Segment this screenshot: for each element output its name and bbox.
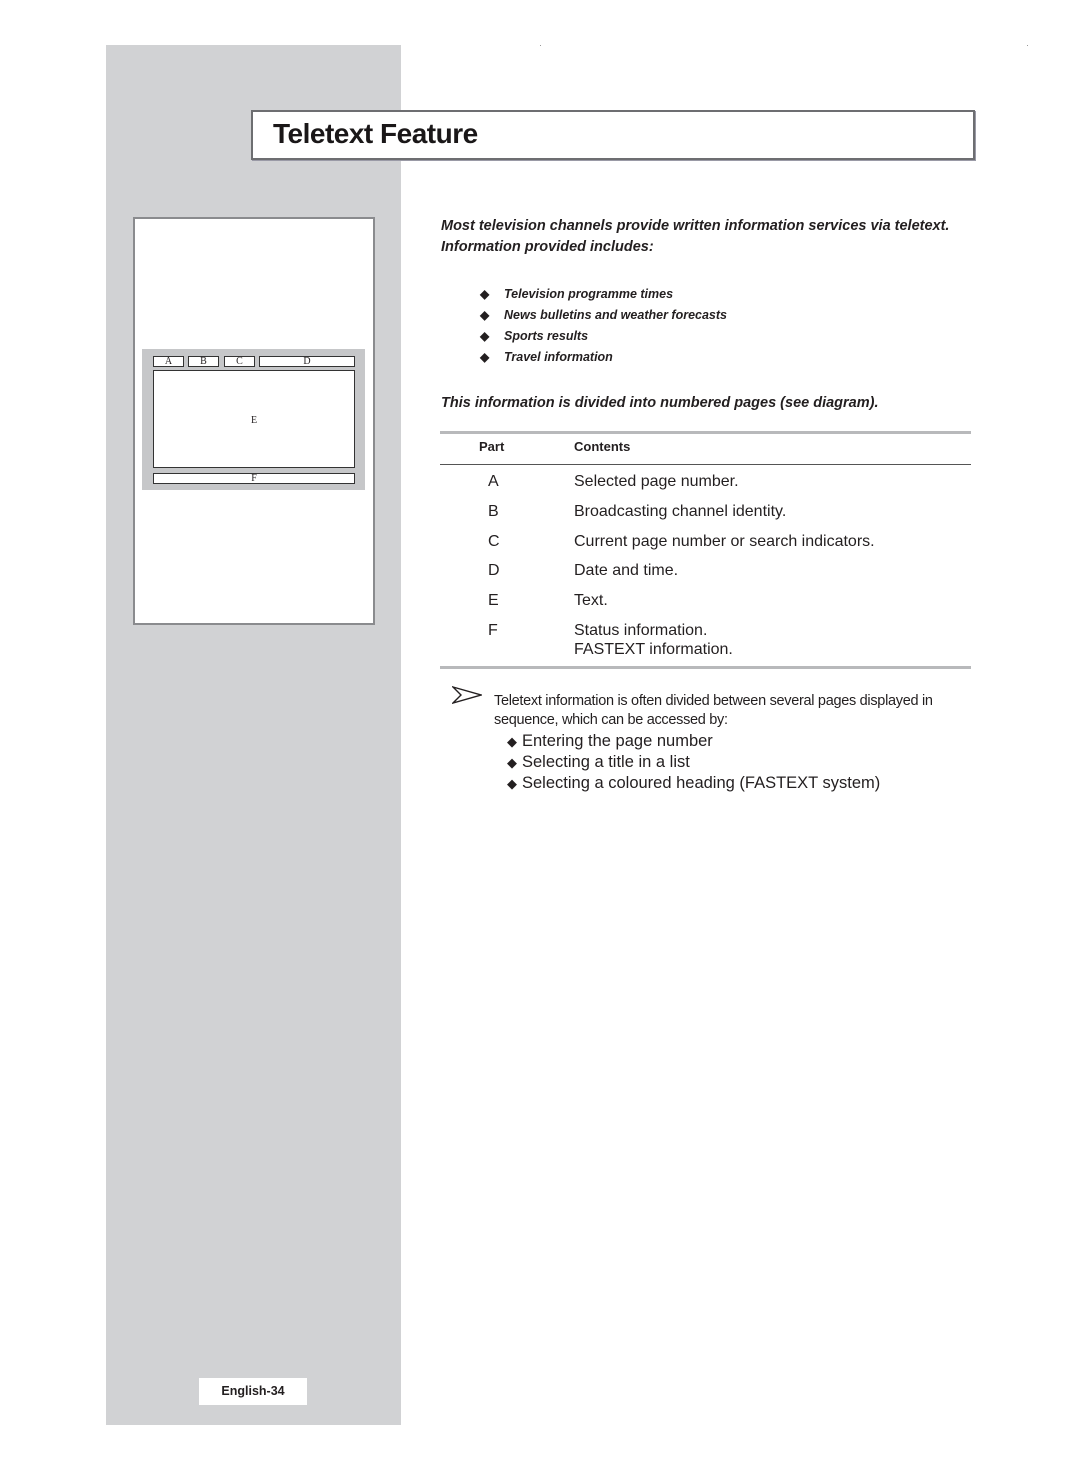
part-cell: D [488,562,500,579]
content-cell: Text. [574,592,608,609]
access-methods-list: ◆ Entering the page number ◆ Selecting a t… [507,731,880,794]
list-item: ◆ News bulletins and weather forecasts [480,305,727,326]
divided-pages-text: This information is divided into numbere… [441,395,879,411]
table-bottom-rule [440,666,971,669]
list-item-text: Sports results [504,329,589,343]
info-list: ◆ Television programme times ◆ News bullet… [480,284,727,368]
part-cell: B [488,503,499,520]
list-item: ◆ Travel information [480,347,727,368]
part-cell: A [488,473,499,490]
list-item-text: Selecting a title in a list [522,753,690,771]
list-item-text: Television programme times [504,287,674,301]
content-cell: Status information. [574,622,708,639]
list-item-text: Selecting a coloured heading (FASTEXT sy… [522,774,881,792]
part-cell: C [488,533,500,550]
crop-mark [1027,45,1028,46]
diagram-cell-e: E [153,370,355,468]
content-cell: Current page number or search indicators… [574,533,875,550]
diagram-cell-f: F [153,473,355,484]
list-item-text: Travel information [504,350,613,364]
page-title-box: Teletext Feature [251,110,975,160]
table-header-rule [440,464,971,465]
part-cell: E [488,592,499,609]
crop-mark [540,45,541,46]
list-item-text: News bulletins and weather forecasts [504,308,727,322]
diamond-bullet-icon: ◆ [507,734,517,749]
part-cell: F [488,622,498,639]
diamond-bullet-icon: ◆ [480,287,490,301]
arrow-right-icon [452,686,482,704]
content-cell: Broadcasting channel identity. [574,503,787,520]
diamond-bullet-icon: ◆ [507,755,517,770]
list-item-text: Entering the page number [522,732,713,750]
intro-line-1: Most television channels provide written… [441,218,950,234]
content-cell: Selected page number. [574,473,739,490]
list-item: ◆ Television programme times [480,284,727,305]
list-item: ◆ Selecting a title in a list [507,752,880,773]
table-header-contents: Contents [574,439,631,454]
page-title: Teletext Feature [273,118,478,149]
diagram-cell-b: B [188,356,219,367]
table-top-rule [440,431,971,434]
diamond-bullet-icon: ◆ [480,350,490,364]
intro-line-2: Information provided includes: [441,239,654,255]
page-number-badge: English-34 [199,1378,307,1405]
table-header-part: Part [479,439,505,454]
list-item: ◆ Entering the page number [507,731,880,752]
diamond-bullet-icon: ◆ [480,329,490,343]
list-item: ◆ Selecting a coloured heading (FASTEXT s… [507,773,880,794]
content-cell: Date and time. [574,562,679,579]
diagram-cell-e-label: E [250,415,258,426]
diagram-cell-c: C [224,356,255,367]
diamond-bullet-icon: ◆ [480,308,490,322]
content-cell: FASTEXT information. [574,641,733,658]
diamond-bullet-icon: ◆ [507,776,517,791]
list-item: ◆ Sports results [480,326,727,347]
diagram-cell-a: A [153,356,184,367]
diagram-cell-d: D [259,356,355,367]
intro-text: Most television channels provide written… [441,216,961,258]
note-text: Teletext information is often divided be… [494,693,933,728]
